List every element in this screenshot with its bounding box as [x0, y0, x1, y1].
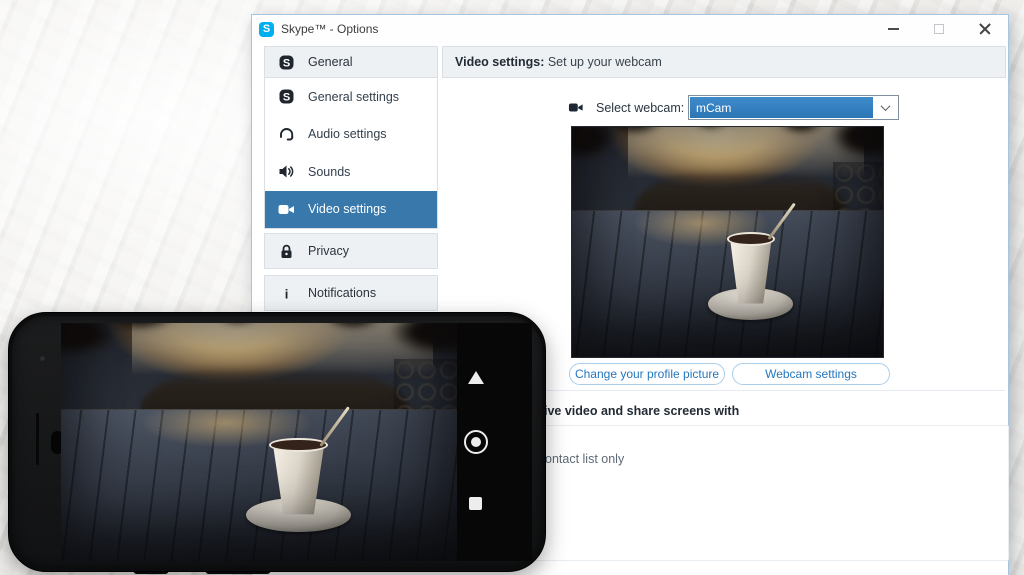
vignette [61, 323, 457, 561]
content-header-title: Video settings: [455, 55, 544, 69]
desktop: { "window": { "title": "Skype™ - Options… [0, 0, 1024, 575]
maximize-button[interactable] [916, 15, 962, 43]
sidebar: S General S General settings Audio setti… [264, 46, 438, 311]
sidebar-item-label: General settings [308, 90, 399, 104]
front-camera-icon [39, 355, 46, 362]
sidebar-item-audio-settings[interactable]: Audio settings [265, 116, 437, 154]
arrow-up-icon[interactable] [468, 371, 484, 384]
sidebar-section-label: General [308, 55, 352, 69]
square-icon[interactable] [469, 497, 482, 510]
sidebar-item-video-settings[interactable]: Video settings [265, 191, 437, 229]
minimize-button[interactable] [870, 15, 916, 43]
contact-list-radio-label[interactable]: ontact list only [545, 452, 624, 466]
sidebar-section-privacy[interactable]: Privacy [264, 233, 438, 269]
sidebar-item-label: Audio settings [308, 127, 387, 141]
webcam-preview [571, 126, 884, 358]
headset-icon [278, 126, 295, 143]
skype-icon: S [278, 88, 295, 105]
sidebar-section-label: Notifications [308, 286, 376, 300]
sidebar-item-sounds[interactable]: Sounds [265, 153, 437, 191]
chevron-down-icon [880, 101, 890, 111]
sidebar-list: S General settings Audio settings Sounds [264, 78, 438, 229]
skype-logo-letter: S [263, 23, 270, 35]
video-camera-icon [566, 100, 586, 115]
close-button[interactable] [962, 15, 1008, 43]
select-webcam-row: Select webcam: [566, 95, 684, 120]
speaker-grille [36, 413, 39, 465]
vignette [572, 127, 883, 357]
content-header-subtitle: Set up your webcam [544, 55, 661, 69]
sidebar-item-general-settings[interactable]: S General settings [265, 78, 437, 116]
phone [8, 312, 546, 575]
webcam-dropdown-value: mCam [690, 97, 873, 118]
video-camera-icon [278, 201, 295, 218]
sidebar-section-notifications[interactable]: i Notifications [264, 275, 438, 311]
maximize-icon [934, 24, 944, 34]
camera-controls [457, 323, 532, 561]
sidebar-section-general[interactable]: S General [264, 46, 438, 78]
titlebar[interactable]: S Skype™ - Options [252, 15, 1008, 43]
sidebar-section-label: Privacy [308, 244, 349, 258]
change-profile-picture-button[interactable]: Change your profile picture [569, 363, 725, 385]
webcam-dropdown[interactable]: mCam [688, 95, 899, 120]
sidebar-item-label: Video settings [308, 202, 386, 216]
webcam-settings-button[interactable]: Webcam settings [732, 363, 890, 385]
skype-logo-icon: S [259, 22, 274, 37]
close-icon [979, 23, 991, 35]
sidebar-item-label: Sounds [308, 165, 350, 179]
minimize-icon [888, 28, 899, 30]
dropdown-arrow-button[interactable] [873, 97, 897, 118]
shutter-icon[interactable] [464, 430, 488, 454]
svg-text:S: S [283, 92, 290, 104]
speaker-icon [278, 163, 295, 180]
svg-text:S: S [283, 57, 290, 69]
window-title: Skype™ - Options [281, 22, 378, 36]
lock-icon [278, 243, 295, 260]
svg-text:i: i [285, 286, 289, 301]
phone-body [8, 312, 546, 572]
info-icon: i [278, 285, 295, 302]
share-screens-heading: ive video and share screens with [544, 404, 739, 418]
camera-viewfinder [61, 323, 457, 561]
phone-screen [61, 323, 532, 561]
skype-icon: S [278, 54, 295, 71]
content-header: Video settings: Set up your webcam [442, 46, 1006, 78]
select-webcam-label: Select webcam: [596, 101, 684, 115]
